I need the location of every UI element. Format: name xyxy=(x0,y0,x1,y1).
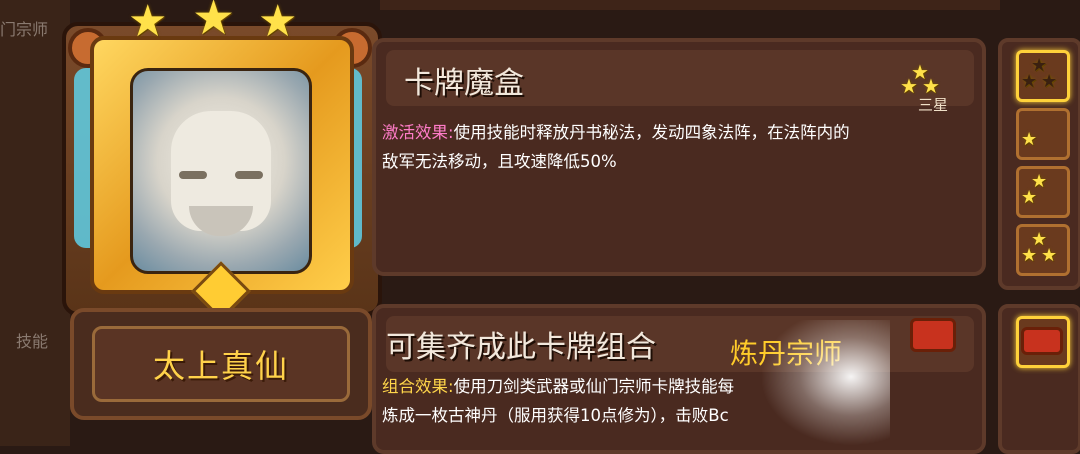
star-tier-icon: ★ xyxy=(1021,129,1038,150)
star-tier-icon: ★ xyxy=(1041,245,1058,266)
bg-text-mid: 技能 xyxy=(16,332,49,351)
tier-1-star-button[interactable]: ★ xyxy=(1016,108,1070,160)
star-icon: ★ xyxy=(192,0,236,46)
activation-effect-text-2: 敌军无法移动，且攻速降低50% xyxy=(382,152,617,171)
card-nameplate: 太上真仙 xyxy=(70,308,372,420)
background-left-panel: 门宗师 技能 xyxy=(0,0,70,446)
combo-panel: 可集齐成此卡牌组合 炼丹宗师 组合效果:使用刀剑类武器或仙门宗师卡牌技能每 炼成… xyxy=(372,304,986,454)
card-frame: ★ ★ ★ xyxy=(62,0,382,321)
chest-icon xyxy=(1021,327,1063,355)
eye-right xyxy=(235,171,263,179)
combo-title: 可集齐成此卡牌组合 xyxy=(386,330,656,365)
combo-effect-text-1: 使用刀剑类武器或仙门宗师卡牌技能每 xyxy=(453,377,735,396)
face xyxy=(171,111,271,236)
combo-effect: 组合效果:使用刀剑类武器或仙门宗师卡牌技能每 炼成一枚古神丹（服用获得10点修为… xyxy=(382,372,734,430)
activation-effect-text-1: 使用技能时释放丹书秘法，发动四象法阵，在法阵内的 xyxy=(453,123,850,142)
bg-text-top: 门宗师 xyxy=(0,20,49,39)
star-level-label: 三星 xyxy=(918,96,949,114)
combo-effect-label: 组合效果: xyxy=(382,377,454,396)
combo-sidebar xyxy=(998,304,1080,454)
card-name: 太上真仙 xyxy=(152,347,289,385)
card-info-panel: 卡牌魔盒 ★ ★ ★ 三星 激活效果:使用技能时释放丹书秘法，发动四象法阵，在法… xyxy=(372,38,986,276)
light-glare xyxy=(760,320,890,446)
tier-3-star-button-alt[interactable]: ★ ★ ★ xyxy=(1016,224,1070,276)
star-icon: ★ xyxy=(258,0,298,47)
top-strip xyxy=(380,0,1000,10)
tier-2-star-button[interactable]: ★ ★ xyxy=(1016,166,1070,218)
star-icon: ★ xyxy=(922,74,940,98)
tier-sidebar: ★ ★ ★ ★ ★ ★ ★ ★ ★ xyxy=(998,38,1080,290)
tier-3-star-button[interactable]: ★ ★ ★ xyxy=(1016,50,1070,102)
nameplate-inner: 太上真仙 xyxy=(92,326,350,402)
beard xyxy=(189,206,253,236)
combo-effect-text-2: 炼成一枚古神丹（服用获得10点修为），击败Bc xyxy=(382,406,729,425)
star-tier-icon: ★ xyxy=(1021,71,1038,92)
eye-left xyxy=(179,171,207,179)
immortal-portrait xyxy=(130,68,312,274)
star-tier-icon: ★ xyxy=(1021,187,1038,208)
star-icon: ★ xyxy=(900,74,918,98)
card-info-title: 卡牌魔盒 xyxy=(404,66,524,101)
star-tier-icon: ★ xyxy=(1021,245,1038,266)
star-tier-icon: ★ xyxy=(1041,71,1058,92)
chest-icon xyxy=(910,318,956,352)
star-icon: ★ xyxy=(128,0,168,47)
activation-effect-label: 激活效果: xyxy=(382,123,454,142)
activation-effect: 激活效果:使用技能时释放丹书秘法，发动四象法阵，在法阵内的 敌军无法移动，且攻速… xyxy=(382,118,850,176)
combo-tier-button[interactable] xyxy=(1016,316,1070,368)
